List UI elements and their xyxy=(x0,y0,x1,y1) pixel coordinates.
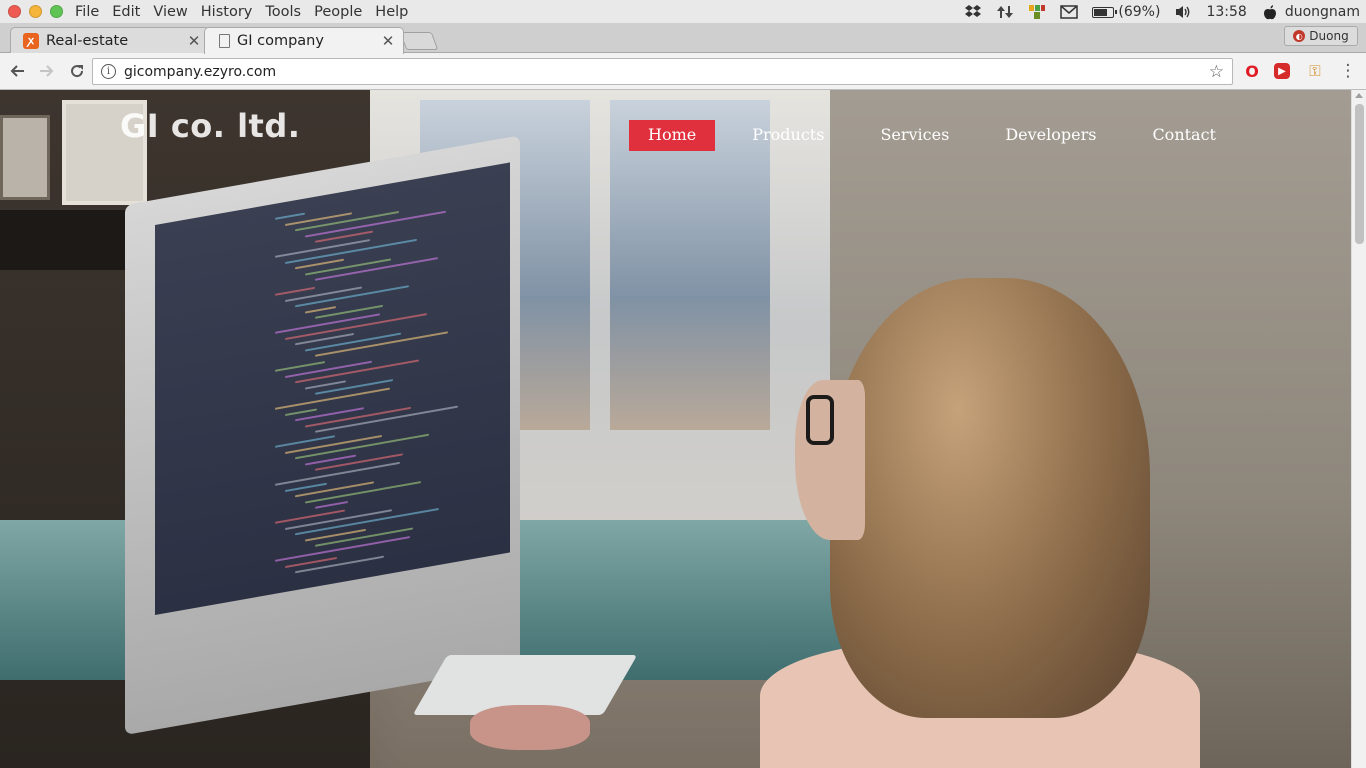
site-info-icon[interactable]: i xyxy=(101,64,116,79)
clock[interactable]: 13:58 xyxy=(1206,4,1246,20)
code-line-decoration xyxy=(315,501,348,510)
code-line-decoration xyxy=(275,212,305,220)
code-line-decoration xyxy=(295,481,374,498)
key-extension-icon[interactable]: ⚿ xyxy=(1305,61,1325,81)
tab-strip: ꭗ Real-estate ✕ GI company ✕ ◐ Duong xyxy=(0,24,1366,54)
code-line-decoration xyxy=(285,408,317,416)
profile-name: Duong xyxy=(1309,29,1349,43)
maximize-window-button[interactable] xyxy=(50,5,63,18)
reload-button[interactable] xyxy=(64,58,90,84)
os-menubar: File Edit View History Tools People Help… xyxy=(0,0,1366,24)
opera-extension-icon[interactable]: O xyxy=(1242,61,1262,81)
code-line-decoration xyxy=(295,555,384,574)
menu-edit[interactable]: Edit xyxy=(112,4,140,20)
menu-file[interactable]: File xyxy=(75,4,99,20)
url-text[interactable]: gicompany.ezyro.com xyxy=(124,64,1209,80)
menu-people[interactable]: People xyxy=(314,4,362,20)
nav-services[interactable]: Services xyxy=(861,120,968,151)
username: duongnam xyxy=(1284,4,1360,20)
scroll-up-arrow-icon[interactable] xyxy=(1355,93,1363,98)
tab-title: GI company xyxy=(237,33,324,49)
close-tab-icon[interactable]: ✕ xyxy=(381,32,395,50)
red-extension-icon[interactable]: ▶ xyxy=(1274,63,1290,79)
arrow-left-icon xyxy=(10,65,24,77)
close-tab-icon[interactable]: ✕ xyxy=(187,32,201,50)
app-menu: File Edit View History Tools People Help xyxy=(75,4,408,20)
scrollbar-thumb[interactable] xyxy=(1355,104,1364,244)
hero-background-image xyxy=(0,90,1351,768)
document-icon xyxy=(219,34,230,48)
code-line-decoration xyxy=(275,286,315,296)
user-menu[interactable]: duongnam xyxy=(1261,4,1360,20)
nav-home[interactable]: Home xyxy=(629,120,716,151)
code-line-decoration xyxy=(305,305,336,314)
page-viewport xyxy=(0,90,1351,768)
code-line-decoration xyxy=(275,509,345,524)
nav-developers[interactable]: Developers xyxy=(986,120,1115,151)
minimize-window-button[interactable] xyxy=(29,5,42,18)
nav-products[interactable]: Products xyxy=(733,120,843,151)
browser-menu-icon[interactable]: ⋮ xyxy=(1338,61,1358,81)
nav-contact[interactable]: Contact xyxy=(1133,120,1235,151)
window-controls xyxy=(0,5,75,18)
tab-title: Real-estate xyxy=(46,32,129,49)
menu-tools[interactable]: Tools xyxy=(265,4,301,20)
tab-real-estate[interactable]: ꭗ Real-estate ✕ xyxy=(10,27,210,53)
back-button[interactable] xyxy=(4,58,30,84)
menu-help[interactable]: Help xyxy=(375,4,408,20)
profile-avatar-icon: ◐ xyxy=(1293,30,1306,42)
menu-view[interactable]: View xyxy=(153,4,187,20)
battery-icon xyxy=(1092,6,1118,18)
profile-button[interactable]: ◐ Duong xyxy=(1284,26,1358,46)
status-area: (69%) 13:58 duongnam xyxy=(964,0,1360,24)
volume-icon[interactable] xyxy=(1174,4,1192,20)
close-window-button[interactable] xyxy=(8,5,21,18)
new-tab-button[interactable] xyxy=(399,32,439,50)
battery-indicator[interactable]: (69%) xyxy=(1092,4,1160,20)
page-scrollbar[interactable] xyxy=(1351,90,1366,768)
apple-icon xyxy=(1261,4,1279,20)
mail-icon[interactable] xyxy=(1060,4,1079,20)
code-editor-icon[interactable] xyxy=(1028,4,1046,20)
bookmark-star-icon[interactable]: ☆ xyxy=(1209,62,1224,82)
site-navigation: Home Products Services Developers Contac… xyxy=(629,120,1235,151)
arrow-right-icon xyxy=(40,65,54,77)
tab-gi-company[interactable]: GI company ✕ xyxy=(204,27,404,54)
dropbox-icon[interactable] xyxy=(964,4,982,20)
network-transfer-icon[interactable] xyxy=(996,4,1014,20)
battery-percent: (69%) xyxy=(1118,4,1161,20)
reload-icon xyxy=(71,65,84,78)
xampp-favicon-icon: ꭗ xyxy=(23,32,39,49)
forward-button[interactable] xyxy=(34,58,60,84)
menu-history[interactable]: History xyxy=(201,4,253,20)
address-bar[interactable]: i gicompany.ezyro.com ☆ xyxy=(92,58,1233,85)
browser-toolbar: i gicompany.ezyro.com ☆ O ▶ ⚿ ⋮ xyxy=(0,53,1366,90)
site-logo[interactable]: GI co. ltd. xyxy=(120,107,300,145)
